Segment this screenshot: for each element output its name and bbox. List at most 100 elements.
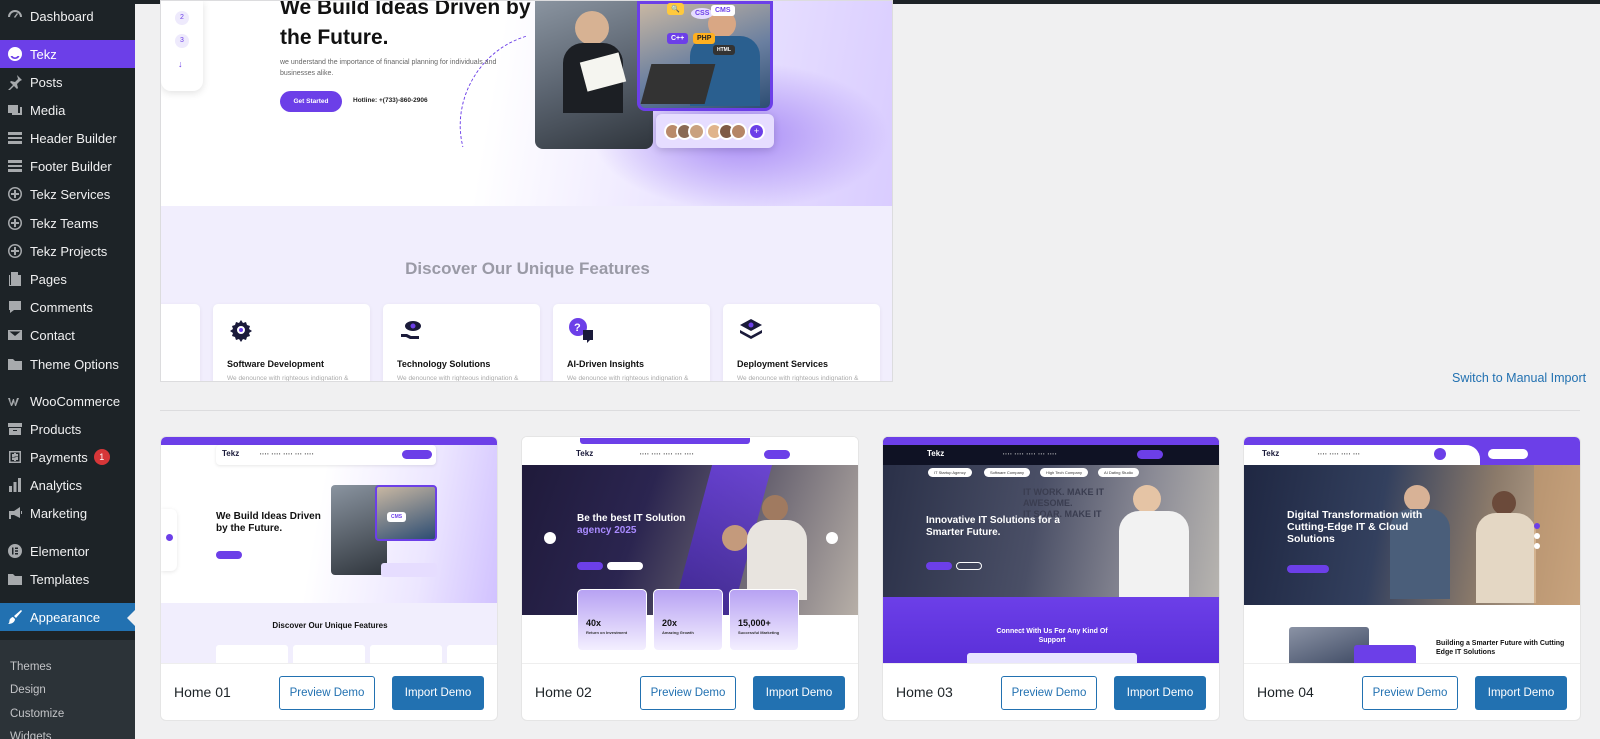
demo-thumbnail[interactable]: Tekz ▪▪▪▪ ▪▪▪▪ ▪▪▪▪ ▪▪▪ ▪▪▪▪ Be the best… — [522, 437, 858, 663]
sidebar-item-theme-options[interactable]: Theme Options — [0, 350, 135, 378]
sidebar-item-pages[interactable]: Pages — [0, 265, 135, 293]
folder-icon — [0, 356, 30, 372]
demo-card-home-02[interactable]: Tekz ▪▪▪▪ ▪▪▪▪ ▪▪▪▪ ▪▪▪ ▪▪▪▪ Be the best… — [521, 436, 859, 721]
phone-icon — [1434, 448, 1446, 460]
plus-circle-icon — [0, 186, 30, 202]
import-demo-button[interactable]: Import Demo — [1475, 676, 1567, 710]
submenu-item-customize[interactable]: Customize — [10, 708, 64, 720]
feature-desc: We denounce with righteous indignation & — [397, 375, 519, 382]
sidebar-item-analytics[interactable]: Analytics — [0, 471, 135, 499]
chevron-right-icon[interactable] — [826, 532, 838, 544]
thumb-logo: Tekz — [576, 449, 594, 458]
demo-card-home-03[interactable]: Tekz ▪▪▪▪ ▪▪▪▪ ▪▪▪▪ ▪▪▪ ▪▪▪▪ IT WORK. MA… — [882, 436, 1220, 721]
demo-card-home-01[interactable]: Tekz ▪▪▪▪ ▪▪▪▪ ▪▪▪▪ ▪▪▪ ▪▪▪▪ We Build Id… — [160, 436, 498, 721]
demo-thumbnail[interactable]: Tekz ▪▪▪▪ ▪▪▪▪ ▪▪▪▪ ▪▪▪ ▪▪▪▪ IT WORK. MA… — [883, 437, 1219, 663]
megaphone-icon — [0, 505, 30, 521]
thumb-hero-title: Digital Transformation with Cutting-Edge… — [1287, 509, 1423, 545]
chevron-left-icon[interactable] — [544, 532, 556, 544]
sidebar-item-marketing[interactable]: Marketing — [0, 499, 135, 527]
import-demo-button[interactable]: Import Demo — [753, 676, 845, 710]
sidebar-item-label: Header Builder — [30, 130, 117, 146]
preview-demo-button[interactable]: Preview Demo — [640, 676, 736, 710]
sidebar-item-label: Payments — [30, 449, 88, 465]
feature-card: Technology Solutions We denounce with ri… — [383, 304, 540, 382]
sidebar-item-label: Posts — [30, 74, 63, 90]
feature-title: Software Development — [227, 359, 325, 369]
sidebar-item-label: Pages — [30, 271, 67, 287]
pager-dot[interactable]: 3 — [175, 34, 189, 48]
thumb-chip: IT Startup Agency — [928, 468, 972, 477]
feature-title: Technology Solutions — [397, 359, 491, 369]
preview-demo-button[interactable]: Preview Demo — [279, 676, 375, 710]
thumb-pill — [764, 450, 790, 459]
sidebar-item-contact[interactable]: Contact — [0, 321, 135, 349]
switch-to-manual-import-link[interactable]: Switch to Manual Import — [1452, 371, 1586, 385]
thumb-secondary-cta — [956, 562, 982, 570]
tag-html: HTML — [713, 45, 735, 55]
sidebar-item-appearance[interactable]: Appearance — [0, 603, 135, 631]
appearance-submenu: Themes Design Customize Widgets — [0, 640, 135, 739]
preview-demo-button[interactable]: Preview Demo — [1001, 676, 1097, 710]
thumb-chip: Software Company — [984, 468, 1031, 477]
sidebar-item-comments[interactable]: Comments — [0, 293, 135, 321]
sidebar-item-footer-builder[interactable]: Footer Builder — [0, 152, 135, 180]
preview-demo-button[interactable]: Preview Demo — [1362, 676, 1458, 710]
sidebar-item-elementor[interactable]: Elementor — [0, 537, 135, 565]
feature-desc: We denounce with righteous indignation & — [737, 375, 859, 382]
feature-card: ? AI-Driven Insights We denounce with ri… — [553, 304, 710, 381]
folder-icon — [0, 571, 30, 587]
sidebar-item-label: Marketing — [30, 505, 88, 521]
sidebar-item-dashboard[interactable]: Dashboard — [0, 2, 135, 30]
sidebar-item-tekz-teams[interactable]: Tekz Teams — [0, 209, 135, 237]
arrow-down-icon[interactable]: ↓ — [178, 59, 183, 69]
feature-card: Software Development We denounce with ri… — [213, 304, 370, 381]
thumb-feature-card — [293, 645, 365, 663]
feature-title: AI-Driven Insights — [567, 359, 645, 369]
sidebar-item-tekz-services[interactable]: Tekz Services — [0, 180, 135, 208]
thumb-logo: Tekz — [1262, 449, 1280, 458]
thumb-nav-links: ▪▪▪▪ ▪▪▪▪ ▪▪▪▪ ▪▪▪ — [1318, 451, 1361, 456]
import-demo-button[interactable]: Import Demo — [1114, 676, 1206, 710]
sidebar-item-posts[interactable]: Posts — [0, 68, 135, 96]
sidebar-item-products[interactable]: Products — [0, 415, 135, 443]
sidebar-item-label: Elementor — [30, 543, 90, 559]
thumb-phone — [607, 562, 643, 570]
thumb-slider-dots — [1534, 523, 1542, 563]
thumb-chip: High Tech Company — [1040, 468, 1088, 477]
avatar — [688, 123, 705, 140]
question-chat-icon: ? — [567, 316, 595, 344]
demo-thumbnail[interactable]: Tekz ▪▪▪▪ ▪▪▪▪ ▪▪▪▪ ▪▪▪ ▪▪▪▪ We Build Id… — [161, 437, 497, 663]
sidebar-item-label: Tekz Teams — [30, 215, 99, 231]
sidebar-item-media[interactable]: Media — [0, 96, 135, 124]
svg-text:?: ? — [574, 322, 581, 334]
thumb-tag: CMS — [387, 512, 407, 522]
mail-icon — [0, 327, 30, 343]
comment-icon — [0, 299, 30, 315]
stat-label: Successful Marketing — [738, 630, 780, 635]
import-demo-button[interactable]: Import Demo — [392, 676, 484, 710]
dollar-icon — [0, 449, 30, 465]
sidebar-item-woocommerce[interactable]: WooCommerce — [0, 387, 135, 415]
sidebar-item-payments[interactable]: Payments 1 — [0, 443, 135, 471]
archive-icon — [0, 421, 30, 437]
brush-icon — [0, 609, 30, 625]
sidebar-item-label: Analytics — [30, 477, 83, 493]
sidebar-item-templates[interactable]: Templates — [0, 565, 135, 593]
demo-thumbnail[interactable]: Tekz ▪▪▪▪ ▪▪▪▪ ▪▪▪▪ ▪▪▪ Digital Transfor… — [1244, 437, 1580, 663]
plus-circle-icon — [0, 243, 30, 259]
submenu-item-themes[interactable]: Themes — [10, 661, 52, 673]
submenu-item-widgets[interactable]: Widgets — [10, 731, 52, 739]
submenu-item-design[interactable]: Design — [10, 684, 46, 696]
pager-dot[interactable]: 2 — [175, 11, 189, 25]
get-started-button[interactable]: Get Started — [280, 91, 342, 112]
demo-card-home-04[interactable]: Tekz ▪▪▪▪ ▪▪▪▪ ▪▪▪▪ ▪▪▪ Digital Transfor… — [1243, 436, 1581, 721]
demo-name: Home 04 — [1257, 684, 1314, 700]
thumb-pager — [161, 509, 177, 571]
sidebar-item-tekz[interactable]: Tekz — [0, 40, 135, 68]
sidebar-item-header-builder[interactable]: Header Builder — [0, 124, 135, 152]
thumb-nav-links: ▪▪▪▪ ▪▪▪▪ ▪▪▪▪ ▪▪▪ ▪▪▪▪ — [640, 451, 695, 456]
sidebar-item-tekz-projects[interactable]: Tekz Projects — [0, 237, 135, 265]
demo-card-footer: Home 03 Preview Demo Import Demo — [883, 663, 1219, 720]
pages-icon — [0, 271, 30, 287]
thumb-about-badge — [1354, 645, 1416, 663]
